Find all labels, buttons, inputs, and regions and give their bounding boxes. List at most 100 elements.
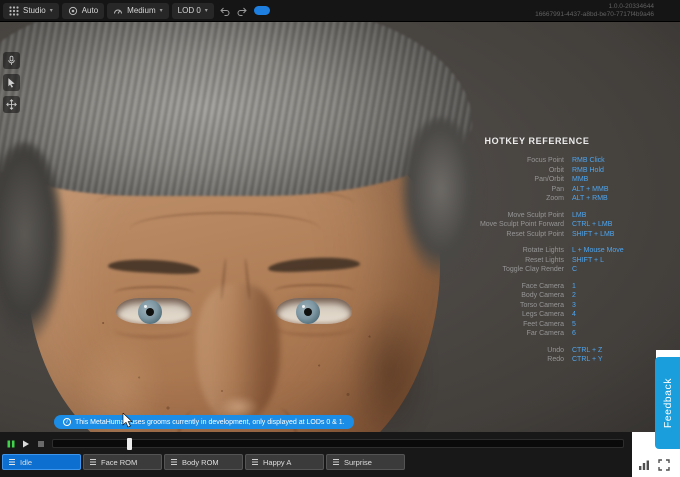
- tab-face-rom[interactable]: Face ROM: [83, 454, 162, 470]
- stop-button[interactable]: [35, 438, 47, 450]
- tab-label: Body ROM: [182, 457, 219, 467]
- tab-label: Surprise: [344, 457, 372, 467]
- hotkey-reference-panel: HOTKEY REFERENCE Focus Point RMB Click Or…: [426, 136, 648, 372]
- lod-label: LOD 0: [177, 6, 201, 15]
- hotkey-value: 5: [572, 320, 576, 328]
- hotkey-group-sculpt: Move Sculpt Point LMB Move Sculpt Point F…: [426, 211, 648, 240]
- hotkey-row: Body Camera 2: [426, 291, 648, 301]
- hotkey-value: CTRL + Y: [572, 356, 603, 363]
- cursor-icon: [8, 78, 15, 88]
- hotkey-row: Zoom ALT + RMB: [426, 194, 648, 204]
- hotkey-row: Far Camera 6: [426, 329, 648, 339]
- quality-label: Medium: [127, 6, 156, 15]
- menu-icon: [333, 459, 339, 465]
- hotkey-row: Undo CTRL + Z: [426, 346, 648, 356]
- hotkey-row: Feet Camera 5: [426, 320, 648, 330]
- hotkey-row: Legs Camera 4: [426, 310, 648, 320]
- bar-chart-icon: [639, 460, 649, 470]
- feedback-button[interactable]: Feedback: [655, 357, 680, 449]
- hotkey-value: MMB: [572, 176, 589, 183]
- hotkey-row: Focus Point RMB Click: [426, 156, 648, 166]
- fullscreen-button[interactable]: [658, 458, 670, 476]
- hotkey-row: Orbit RMB Hold: [426, 166, 648, 176]
- hotkey-label: Rotate Lights: [522, 247, 564, 254]
- hotkey-row: Face Camera 1: [426, 282, 648, 292]
- viewport: Studio ▾ Auto Medium ▾ LOD 0 ▾ 1.0.0-203…: [0, 0, 680, 432]
- playback-bar: [0, 436, 632, 452]
- hotkey-label: Body Camera: [521, 292, 564, 299]
- hotkey-label: Feet Camera: [523, 320, 564, 328]
- chevron-down-icon: ▾: [49, 8, 53, 14]
- hotkey-value: L + Mouse Move: [572, 247, 624, 254]
- hotkey-panel-title: HOTKEY REFERENCE: [484, 136, 590, 146]
- undo-button[interactable]: [217, 3, 232, 18]
- hotkey-label: Reset Sculpt Point: [506, 230, 564, 238]
- hotkey-row: Reset Sculpt Point SHIFT + LMB: [426, 230, 648, 240]
- timeline-scrubber[interactable]: [52, 438, 624, 450]
- move-tool-button[interactable]: [3, 96, 20, 113]
- pause-button[interactable]: [5, 438, 17, 450]
- hotkey-label: Reset Lights: [525, 256, 564, 264]
- move-icon: [6, 99, 17, 110]
- play-button[interactable]: [20, 438, 32, 450]
- hotkey-value: CTRL + Z: [572, 346, 603, 354]
- hotkey-value: RMB Hold: [572, 166, 604, 174]
- tab-label: Idle: [20, 457, 33, 467]
- groom-warning-toast: i This MetaHuman uses grooms currently i…: [54, 415, 354, 429]
- tab-label: Happy A: [263, 457, 292, 467]
- session-id: 16667991-4437-a8bd-be70-7717f4b9a46: [535, 11, 654, 18]
- hotkey-label: Zoom: [546, 195, 564, 202]
- pause-icon: [7, 440, 15, 448]
- tab-label: Face ROM: [101, 457, 138, 467]
- stop-icon: [38, 441, 44, 447]
- hotkey-value: ALT + MMB: [572, 185, 609, 193]
- tab-happy-a[interactable]: Happy A: [245, 454, 324, 470]
- status-badge[interactable]: [253, 6, 270, 15]
- build-info: 1.0.0-20334644 16667991-4437-a8bd-be70-7…: [535, 3, 654, 19]
- hotkey-row: Move Sculpt Point LMB: [426, 211, 648, 221]
- aperture-icon: [68, 6, 77, 15]
- hotkey-row: Reset Lights SHIFT + L: [426, 256, 648, 266]
- cheek-highlight: [56, 302, 186, 432]
- top-toolbar: Studio ▾ Auto Medium ▾ LOD 0 ▾ 1.0.0-203…: [0, 0, 680, 22]
- hotkey-label: Toggle Clay Render: [502, 266, 564, 273]
- tab-body-rom[interactable]: Body ROM: [164, 454, 243, 470]
- hotkey-row: Pan ALT + MMB: [426, 185, 648, 195]
- playhead[interactable]: [127, 438, 133, 450]
- fullscreen-icon: [658, 459, 670, 471]
- hotkey-row: Rotate Lights L + Mouse Move: [426, 246, 648, 256]
- redo-icon: [237, 7, 247, 16]
- lod-dropdown[interactable]: LOD 0 ▾: [171, 2, 214, 19]
- hotkey-group-cameras: Face Camera 1 Body Camera 2 Torso Camera 3 …: [426, 282, 648, 339]
- quality-dropdown[interactable]: Medium ▾: [107, 2, 169, 19]
- select-tool-button[interactable]: [3, 74, 20, 91]
- environment-dropdown[interactable]: Studio ▾: [3, 2, 59, 19]
- stats-button[interactable]: [638, 458, 650, 476]
- forehead-wrinkle: [130, 212, 320, 246]
- menu-icon: [90, 459, 96, 465]
- redo-button[interactable]: [235, 3, 250, 18]
- hotkey-label: Pan/Orbit: [534, 176, 564, 183]
- animation-timeline: Idle Face ROM Body ROM Happy A Surprise: [0, 432, 632, 477]
- build-version: 1.0.0-20334644: [608, 3, 654, 10]
- hotkey-group-camera-nav: Focus Point RMB Click Orbit RMB Hold Pan/O…: [426, 156, 648, 204]
- chevron-down-icon: ▾: [159, 8, 163, 14]
- info-icon: i: [63, 418, 71, 426]
- tab-surprise[interactable]: Surprise: [326, 454, 405, 470]
- hotkey-value: ALT + RMB: [572, 195, 608, 202]
- menu-icon: [171, 459, 177, 465]
- hotkey-label: Torso Camera: [520, 301, 564, 309]
- feedback-label: Feedback: [661, 377, 674, 429]
- chevron-down-icon: ▾: [204, 8, 208, 14]
- viewport-tools: [3, 52, 20, 113]
- microphone-tool-button[interactable]: [3, 52, 20, 69]
- hotkey-group-lighting: Rotate Lights L + Mouse Move Reset Lights…: [426, 246, 648, 275]
- hotkey-label: Legs Camera: [521, 311, 564, 318]
- tab-idle[interactable]: Idle: [2, 454, 81, 470]
- auto-quality-toggle[interactable]: Auto: [61, 2, 105, 19]
- mouse-cursor: [122, 413, 133, 428]
- auto-quality-label: Auto: [81, 6, 99, 15]
- environment-label: Studio: [23, 6, 46, 15]
- hotkey-group-history: Undo CTRL + Z Redo CTRL + Y: [426, 346, 648, 365]
- hotkey-row: Move Sculpt Point Forward CTRL + LMB: [426, 220, 648, 230]
